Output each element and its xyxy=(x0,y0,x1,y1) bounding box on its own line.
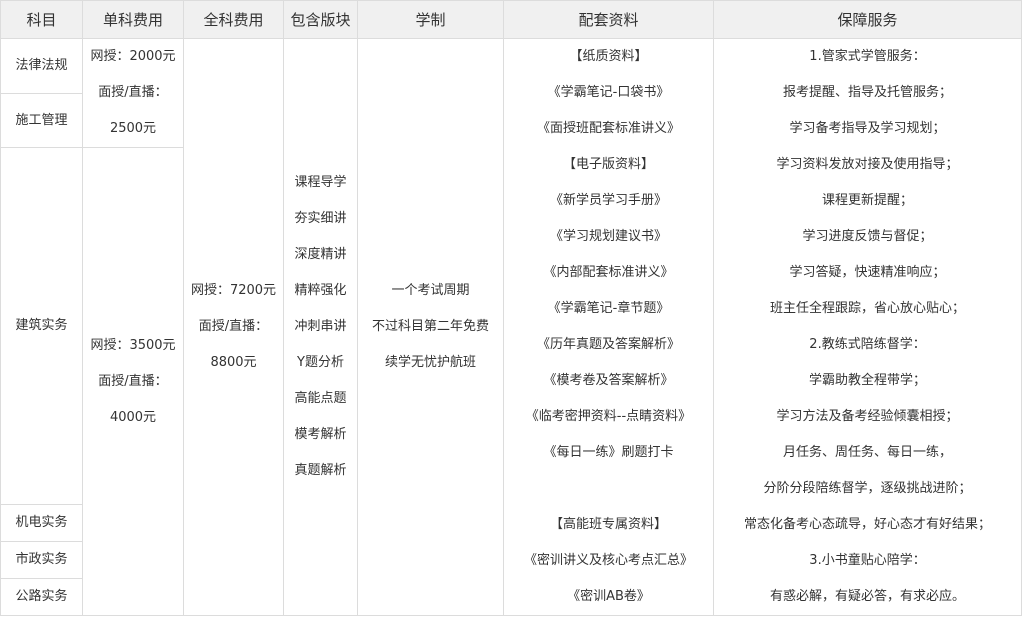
service-item: 3.小书童贴心陪学： xyxy=(809,553,926,568)
material-item: 《学霸笔记-口袋书》 xyxy=(547,85,670,100)
header-subject: 科目 xyxy=(0,0,83,39)
modules-cell: 课程导学 夯实细讲 深度精讲 精粹强化 冲刺串讲 Y题分析 高能点题 模考解析 … xyxy=(283,38,358,616)
material-item xyxy=(504,471,713,507)
services-cell: 1.管家式学管服务： 报考提醒、指导及托管服务； 学习备考指导及学习规划； 学习… xyxy=(713,38,1022,616)
module-item: 冲刺串讲 xyxy=(294,319,347,334)
service-item: 学习进度反馈与督促； xyxy=(802,229,933,244)
material-item: 《临考密押资料--点睛资料》 xyxy=(525,409,692,424)
module-item: 课程导学 xyxy=(294,175,347,190)
module-item: 真题解析 xyxy=(294,463,347,478)
header-materials: 配套资料 xyxy=(503,0,714,39)
header-modules: 包含版块 xyxy=(283,0,358,39)
material-item: 《学习规划建议书》 xyxy=(549,229,667,244)
material-item: 【高能班专属资料】 xyxy=(549,517,667,532)
service-item: 学习答疑，快速精准响应； xyxy=(789,265,946,280)
service-item: 分阶分段陪练督学，逐级挑战进阶； xyxy=(763,481,972,496)
material-item: 《模考卷及答案解析》 xyxy=(543,373,674,388)
material-item: 《密训讲义及核心考点汇总》 xyxy=(523,553,693,568)
header-schooling: 学制 xyxy=(357,0,504,39)
service-item: 学霸助教全程带学； xyxy=(808,373,926,388)
total-fee-cell: 网授：7200元 面授/直播： 8800元 xyxy=(183,38,284,616)
material-item: 【纸质资料】 xyxy=(569,49,648,64)
service-item: 有惑必解，有疑必答，有求必应。 xyxy=(769,589,965,604)
course-fee-table: 科目 单科费用 全科费用 包含版块 学制 配套资料 保障服务 法律法规 网授：2… xyxy=(0,0,1022,616)
material-item: 《新学员学习手册》 xyxy=(549,193,667,208)
fee-line: 面授/直播： xyxy=(198,319,269,334)
module-item: 深度精讲 xyxy=(294,247,347,262)
service-item: 班主任全程跟踪，省心放心贴心； xyxy=(769,301,965,316)
table-row: 法律法规 网授：2000元 面授/直播： 2500元 网授：7200元 面授/直… xyxy=(0,38,1022,616)
service-item: 月任务、周任务、每日一练， xyxy=(782,445,952,460)
module-item: 高能点题 xyxy=(294,391,347,406)
module-item: 模考解析 xyxy=(294,427,347,442)
header-single-fee: 单科费用 xyxy=(82,0,184,39)
fee-line: 网授：3500元 xyxy=(90,337,176,353)
module-item: Y题分析 xyxy=(297,355,344,370)
material-item: 《每日一练》刷题打卡 xyxy=(543,445,674,460)
subject-cell: 法律法规 xyxy=(0,38,83,94)
fee-line: 2500元 xyxy=(109,121,157,136)
fee-line: 8800元 xyxy=(210,355,257,370)
single-fee-cell: 网授：2000元 面授/直播： 2500元 xyxy=(82,38,184,148)
material-item: 《面授班配套标准讲义》 xyxy=(536,121,680,136)
material-item: 《密训AB卷》 xyxy=(567,589,650,604)
fee-line: 4000元 xyxy=(109,409,157,425)
material-item: 【电子版资料】 xyxy=(562,157,654,172)
subject-cell: 市政实务 xyxy=(0,541,83,579)
header-total-fee: 全科费用 xyxy=(183,0,284,39)
schooling-line: 续学无忧护航班 xyxy=(384,355,476,370)
module-item: 精粹强化 xyxy=(294,283,347,298)
module-item: 夯实细讲 xyxy=(294,211,347,226)
fee-line: 网授：7200元 xyxy=(190,283,277,298)
fee-line: 面授/直播： xyxy=(98,85,168,100)
service-item: 学习备考指导及学习规划； xyxy=(789,121,946,136)
service-item: 1.管家式学管服务： xyxy=(809,49,926,64)
material-item: 《历年真题及答案解析》 xyxy=(536,337,680,352)
schooling-line: 不过科目第二年免费 xyxy=(371,319,489,334)
service-item: 学习方法及备考经验倾囊相授； xyxy=(776,409,959,424)
service-item: 2.教练式陪练督学： xyxy=(809,337,926,352)
material-item: 《内部配套标准讲义》 xyxy=(543,265,674,280)
schooling-line: 一个考试周期 xyxy=(391,283,470,298)
table-header-row: 科目 单科费用 全科费用 包含版块 学制 配套资料 保障服务 xyxy=(0,0,1022,39)
subject-cell: 施工管理 xyxy=(0,93,83,148)
single-fee-cell: 网授：3500元 面授/直播： 4000元 xyxy=(82,147,184,616)
schooling-cell: 一个考试周期 不过科目第二年免费 续学无忧护航班 xyxy=(357,38,504,616)
subject-cell: 建筑实务 xyxy=(0,147,83,505)
subject-cell: 公路实务 xyxy=(0,578,83,616)
fee-line: 网授：2000元 xyxy=(90,49,176,64)
subject-cell: 机电实务 xyxy=(0,504,83,542)
material-item: 《学霸笔记-章节题》 xyxy=(547,301,670,316)
materials-cell: 【纸质资料】 《学霸笔记-口袋书》 《面授班配套标准讲义》 【电子版资料】 《新… xyxy=(503,38,714,616)
service-item: 常态化备考心态疏导，好心态才有好结果； xyxy=(743,517,991,532)
service-item: 课程更新提醒； xyxy=(821,193,913,208)
header-services: 保障服务 xyxy=(713,0,1022,39)
service-item: 报考提醒、指导及托管服务； xyxy=(782,85,952,100)
fee-line: 面授/直播： xyxy=(98,373,168,389)
service-item: 学习资料发放对接及使用指导； xyxy=(776,157,959,172)
